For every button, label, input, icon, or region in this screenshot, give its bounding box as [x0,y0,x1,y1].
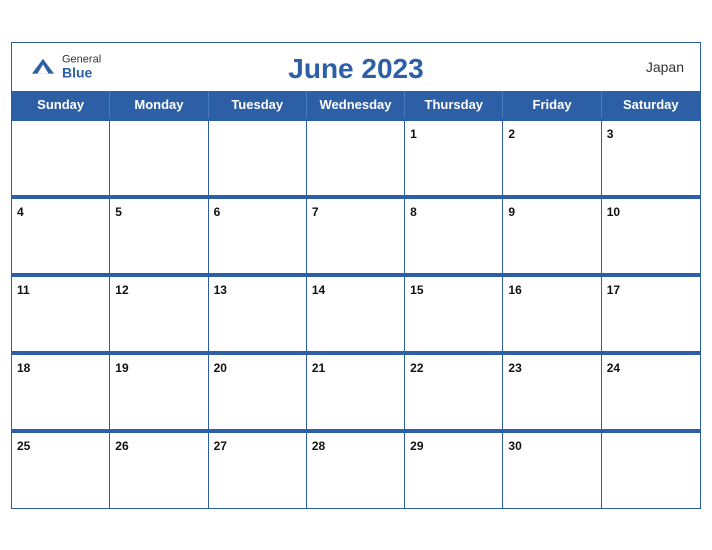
day-cell-23: 23 [503,355,601,430]
day-cell-3: 3 [602,121,700,196]
day-cell-22: 22 [405,355,503,430]
week-row-4: 18 19 20 21 22 23 24 [12,355,700,430]
day-cell-1: 1 [405,121,503,196]
day-cell-8: 8 [405,199,503,274]
month-title: June 2023 [288,53,423,85]
day-cell-empty [209,121,307,196]
day-cell-19: 19 [110,355,208,430]
day-cell-25: 25 [12,433,110,508]
header-monday: Monday [110,91,208,118]
week-row-3: 11 12 13 14 15 16 17 [12,277,700,352]
logo-blue-text: Blue [62,65,101,80]
day-cell-7: 7 [307,199,405,274]
day-cell-11: 11 [12,277,110,352]
day-cell-21: 21 [307,355,405,430]
calendar: General Blue June 2023 Japan Sunday Mond… [11,42,701,509]
day-cell-9: 9 [503,199,601,274]
day-cell-30: 30 [503,433,601,508]
header-wednesday: Wednesday [307,91,405,118]
day-cell-12: 12 [110,277,208,352]
day-cell-empty [12,121,110,196]
day-cell-24: 24 [602,355,700,430]
logo-icon [28,55,58,77]
header-sunday: Sunday [12,91,110,118]
week-row-1: 1 2 3 [12,121,700,196]
days-header: Sunday Monday Tuesday Wednesday Thursday… [12,91,700,118]
week-row-5: 25 26 27 28 29 30 [12,433,700,508]
logo: General Blue [28,53,101,80]
day-cell-4: 4 [12,199,110,274]
day-cell-16: 16 [503,277,601,352]
calendar-header: General Blue June 2023 Japan [12,43,700,91]
day-cell-29: 29 [405,433,503,508]
day-cell-14: 14 [307,277,405,352]
day-cell-26: 26 [110,433,208,508]
day-cell-20: 20 [209,355,307,430]
day-cell-2: 2 [503,121,601,196]
header-friday: Friday [503,91,601,118]
day-cell-13: 13 [209,277,307,352]
logo-text: General Blue [62,53,101,80]
day-cell-18: 18 [12,355,110,430]
header-saturday: Saturday [602,91,700,118]
day-cell-17: 17 [602,277,700,352]
week-row-2: 4 5 6 7 8 9 10 [12,199,700,274]
day-cell-27: 27 [209,433,307,508]
day-cell-15: 15 [405,277,503,352]
country-label: Japan [646,59,684,75]
day-cell-empty-end [602,433,700,508]
day-cell-5: 5 [110,199,208,274]
day-cell-28: 28 [307,433,405,508]
day-cell-empty [110,121,208,196]
day-cell-empty [307,121,405,196]
header-tuesday: Tuesday [209,91,307,118]
day-cell-6: 6 [209,199,307,274]
calendar-grid: 1 2 3 4 5 6 7 8 9 10 11 12 13 14 15 16 1… [12,118,700,508]
day-cell-10: 10 [602,199,700,274]
header-thursday: Thursday [405,91,503,118]
